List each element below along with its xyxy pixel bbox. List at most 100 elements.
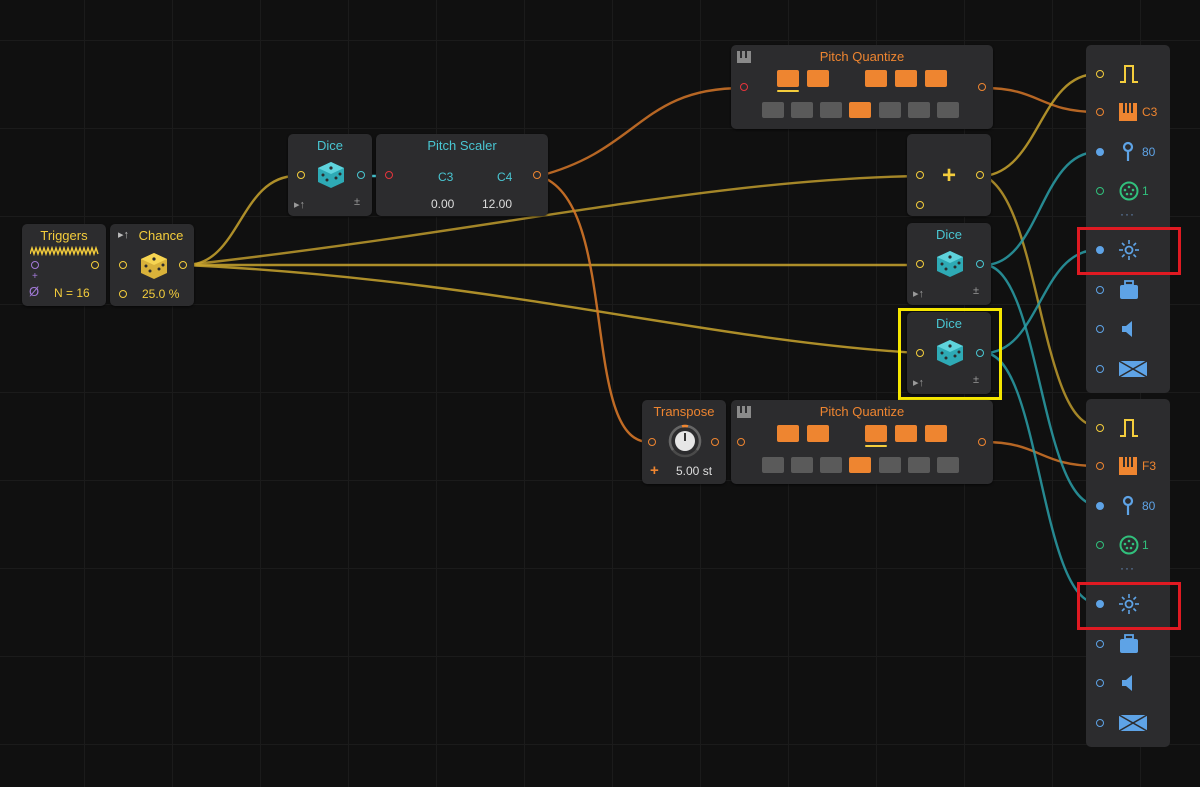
triggers-count: N = 16 [54, 286, 90, 300]
timbre-port[interactable] [1096, 286, 1104, 294]
black-key[interactable] [895, 425, 917, 442]
pan-port[interactable] [1096, 365, 1104, 373]
triggers-node[interactable]: Triggers + Ø N = 16 [22, 224, 106, 306]
trigger-mode-icon[interactable]: ▸↑ [294, 198, 305, 211]
pitch-scaler-in-port[interactable] [385, 171, 393, 179]
black-key[interactable] [865, 425, 887, 442]
black-key[interactable] [895, 70, 917, 87]
pitch-quantize-node-top[interactable]: Pitch Quantize [731, 45, 993, 129]
pitch-quantize-out-port[interactable] [978, 438, 986, 446]
key-marker [865, 445, 887, 447]
channel-port[interactable] [1096, 541, 1104, 549]
dice-node-top[interactable]: Dice ▸↑ ± [288, 134, 372, 216]
voice-output-panel-2: F3 80 1 ··· [1086, 399, 1170, 747]
transpose-in-port[interactable] [648, 438, 656, 446]
dice-out-port[interactable] [976, 260, 984, 268]
pan-port[interactable] [1096, 719, 1104, 727]
pitch-scaler-out-port[interactable] [533, 171, 541, 179]
add-in-port-b[interactable] [916, 201, 924, 209]
add-node[interactable]: + [907, 134, 991, 216]
white-key[interactable] [879, 457, 901, 473]
dice-title: Dice [935, 227, 962, 242]
black-key[interactable] [925, 425, 947, 442]
volume-icon [1122, 321, 1132, 337]
black-key[interactable] [925, 70, 947, 87]
chance-out-port[interactable] [179, 261, 187, 269]
velocity-port[interactable] [1096, 502, 1104, 510]
pitch-quantize-in-port[interactable] [740, 83, 748, 91]
pan-icon [1118, 714, 1148, 732]
more-indicator: ··· [1120, 207, 1135, 221]
add-out-port[interactable] [976, 171, 984, 179]
white-key[interactable] [879, 102, 901, 118]
pitch-quantize-title: Pitch Quantize [819, 404, 905, 419]
pitch-port[interactable] [1096, 462, 1104, 470]
dice-node-mid[interactable]: Dice ▸↑ ± [907, 223, 991, 305]
white-key[interactable] [791, 457, 813, 473]
pitch-scaler-from-note[interactable]: C3 [438, 170, 453, 184]
channel-row: 1 [1086, 178, 1170, 204]
volume-port[interactable] [1096, 679, 1104, 687]
dice-icon [937, 251, 963, 277]
white-key[interactable] [937, 102, 959, 118]
triggers-out-port[interactable] [91, 261, 99, 269]
gate-icon [1120, 65, 1138, 83]
white-key[interactable] [762, 102, 784, 118]
white-key[interactable] [849, 102, 871, 118]
velocity-value: 80 [1142, 499, 1156, 513]
volume-port[interactable] [1096, 325, 1104, 333]
bipolar-toggle[interactable]: ± [354, 196, 360, 208]
transpose-knob[interactable] [668, 424, 702, 458]
more-indicator: ··· [1120, 561, 1135, 575]
timbre-icon [1120, 280, 1138, 299]
black-key[interactable] [807, 425, 829, 442]
velocity-port[interactable] [1096, 148, 1104, 156]
chance-value[interactable]: 25.0 % [142, 287, 179, 301]
white-key[interactable] [820, 457, 842, 473]
trigger-mode-icon[interactable]: ▸↑ [913, 287, 924, 300]
triggers-mod-port[interactable] [31, 261, 39, 269]
pitch-scaler-node[interactable]: Pitch Scaler C3 C4 0.00 12.00 [376, 134, 548, 216]
pitch-scaler-to-note[interactable]: C4 [497, 170, 512, 184]
transpose-mod-plus[interactable]: + [650, 462, 659, 479]
white-key[interactable] [762, 457, 784, 473]
transpose-value[interactable]: 5.00 st [676, 464, 712, 478]
chance-node[interactable]: ▸↑ Chance 25.0 % [110, 224, 194, 306]
bipolar-toggle[interactable]: ± [973, 285, 979, 297]
pitch-quantize-out-port[interactable] [978, 83, 986, 91]
pitch-row: F3 [1086, 453, 1170, 479]
transpose-out-port[interactable] [711, 438, 719, 446]
channel-port[interactable] [1096, 187, 1104, 195]
pan-row [1086, 710, 1170, 736]
white-key[interactable] [908, 102, 930, 118]
dice-out-port[interactable] [357, 171, 365, 179]
chance-title: Chance [138, 228, 184, 243]
pitch-scaler-to-value[interactable]: 12.00 [482, 197, 512, 211]
volume-row [1086, 670, 1170, 696]
add-in-port-a[interactable] [916, 171, 924, 179]
white-key[interactable] [791, 102, 813, 118]
gate-port[interactable] [1096, 70, 1104, 78]
white-key[interactable] [908, 457, 930, 473]
chance-mod-port[interactable] [119, 290, 127, 298]
transpose-node[interactable]: Transpose + 5.00 st [642, 400, 726, 484]
black-key[interactable] [865, 70, 887, 87]
gate-port[interactable] [1096, 424, 1104, 432]
pan-icon [1118, 360, 1148, 378]
pitch-port[interactable] [1096, 108, 1104, 116]
white-key[interactable] [937, 457, 959, 473]
channel-value: 1 [1142, 538, 1149, 552]
keyboard-icon [1119, 103, 1137, 121]
pitch-scaler-from-value[interactable]: 0.00 [431, 197, 454, 211]
timbre-port[interactable] [1096, 640, 1104, 648]
white-key[interactable] [820, 102, 842, 118]
chance-in-port[interactable] [119, 261, 127, 269]
white-key[interactable] [849, 457, 871, 473]
black-key[interactable] [777, 70, 799, 87]
black-key[interactable] [807, 70, 829, 87]
dice-in-port[interactable] [297, 171, 305, 179]
pitch-quantize-in-port[interactable] [737, 438, 745, 446]
dice-in-port[interactable] [916, 260, 924, 268]
black-key[interactable] [777, 425, 799, 442]
pitch-quantize-node-bottom[interactable]: Pitch Quantize [731, 400, 993, 484]
